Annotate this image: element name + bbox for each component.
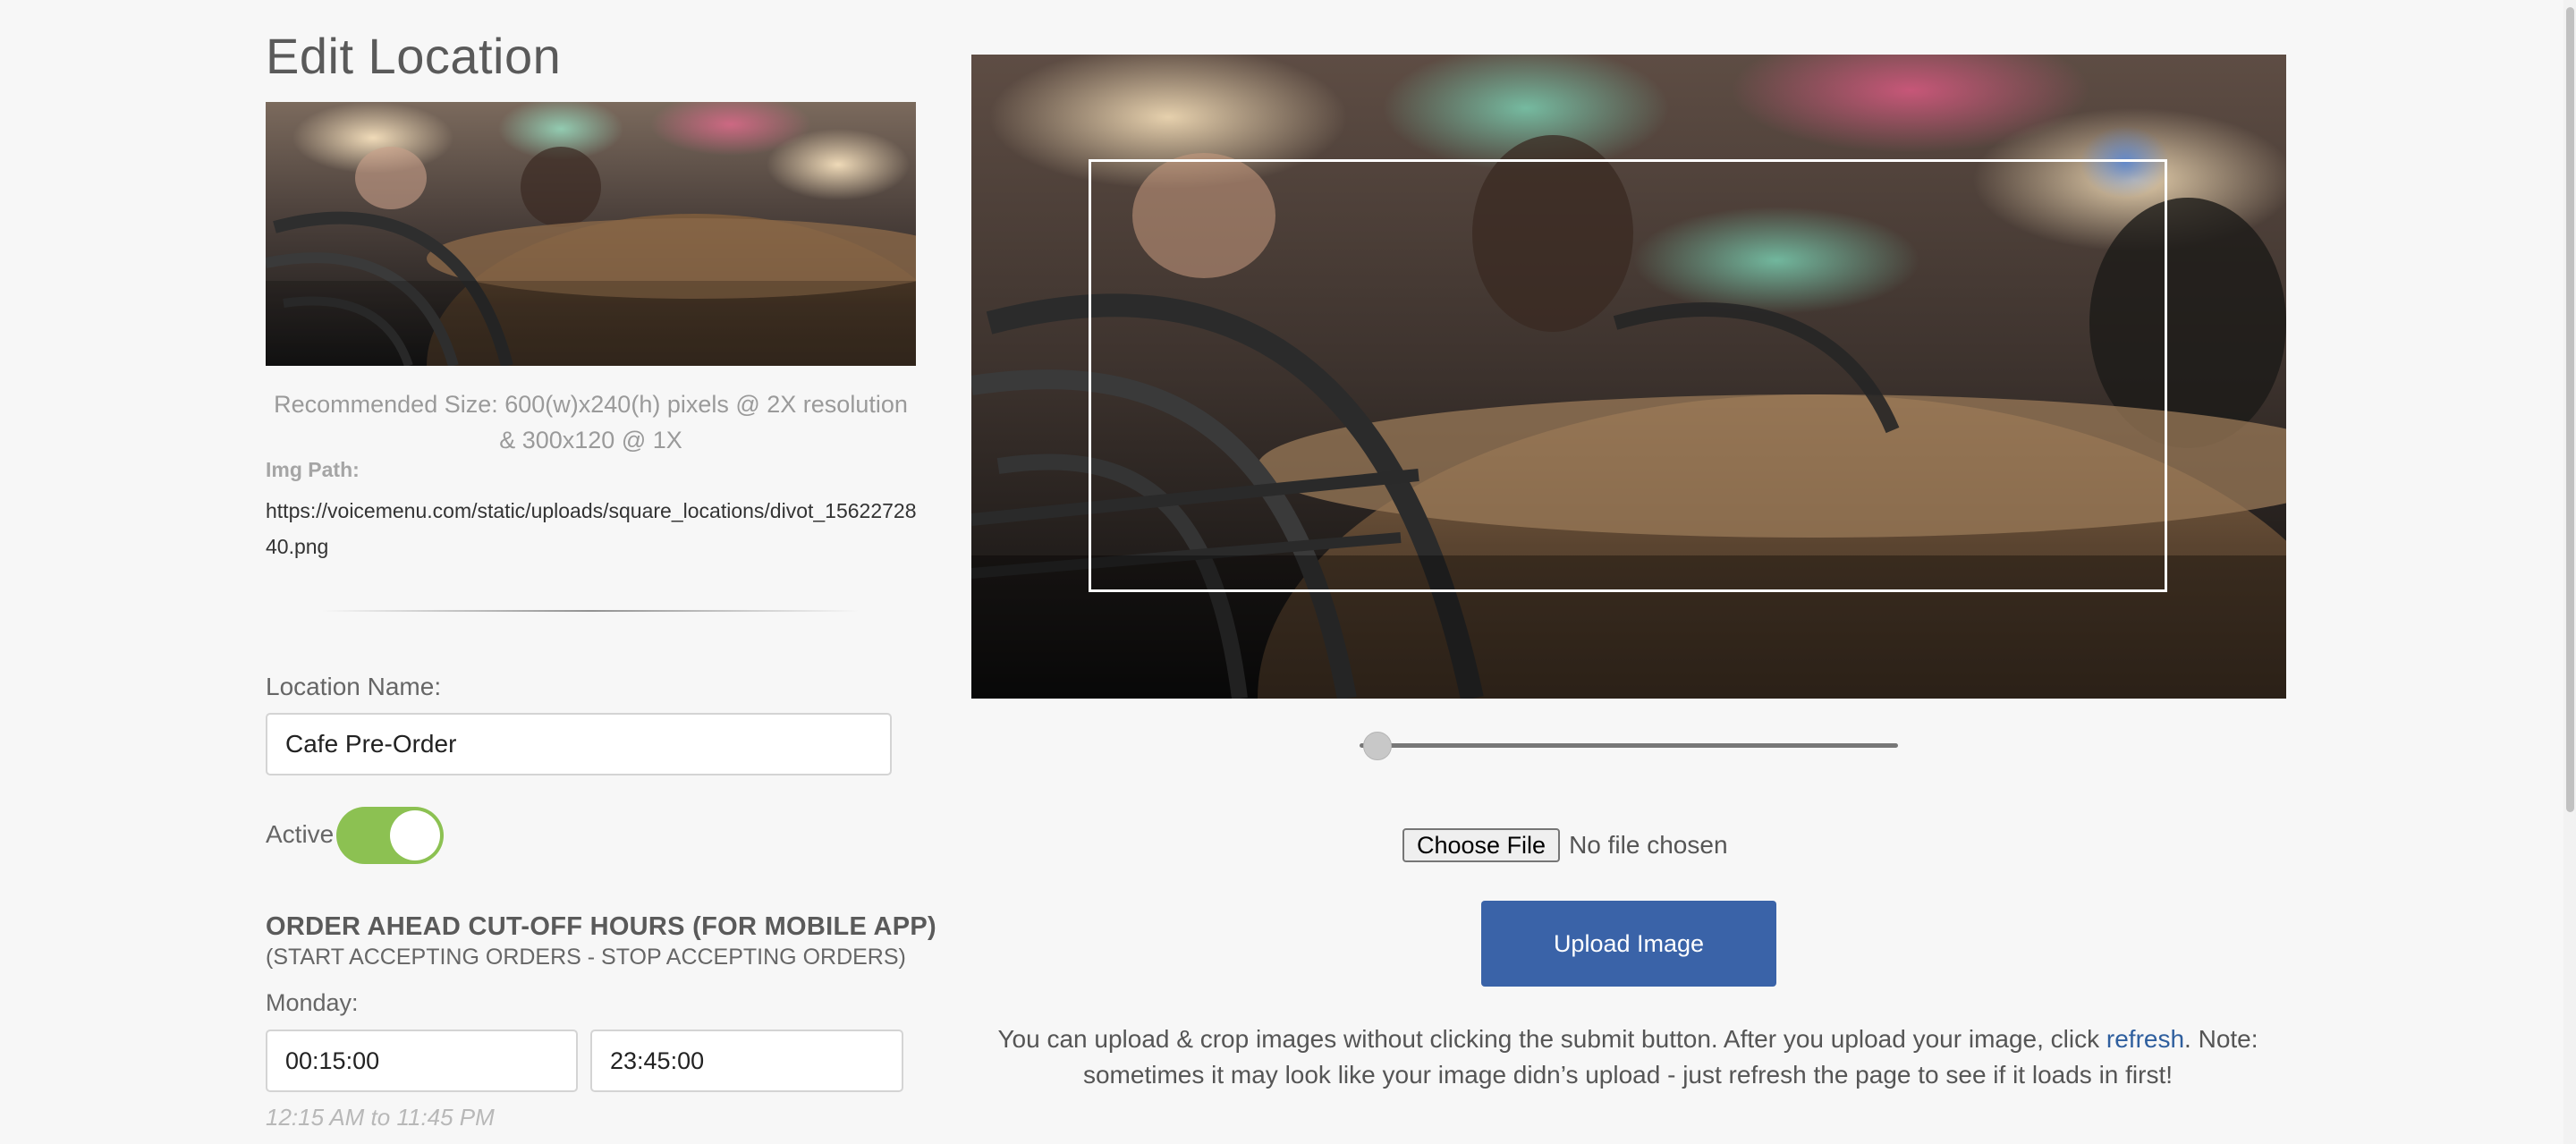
upload-note-text-before: You can upload & crop images without cli… xyxy=(997,1025,2106,1053)
zoom-slider-track[interactable] xyxy=(1360,743,1898,748)
active-label: Active xyxy=(266,820,335,848)
recommended-size-text: Recommended Size: 600(w)x240(h) pixels @… xyxy=(274,391,908,453)
file-picker: Choose File No file chosen xyxy=(1402,828,1728,862)
img-path-value: https://voicemenu.com/static/uploads/squ… xyxy=(266,499,917,558)
page-title: Edit Location xyxy=(266,28,562,84)
monday-close-time-input[interactable] xyxy=(590,1030,903,1092)
edit-location-page: Edit Location Recommended Size: 600(w)x2… xyxy=(0,0,2576,1144)
refresh-link[interactable]: refresh xyxy=(2106,1025,2184,1053)
location-name-input[interactable] xyxy=(266,713,892,775)
file-status-text: No file chosen xyxy=(1569,831,1728,859)
image-crop-canvas[interactable] xyxy=(971,55,2286,699)
monday-hours-hint: 12:15 AM to 11:45 PM xyxy=(266,1104,495,1131)
order-ahead-hours-title: ORDER AHEAD CUT-OFF HOURS (FOR MOBILE AP… xyxy=(266,912,936,941)
page-scrollbar[interactable] xyxy=(2563,0,2576,1144)
zoom-slider-handle[interactable] xyxy=(1363,732,1392,760)
toggle-knob xyxy=(390,810,440,860)
choose-file-button[interactable]: Choose File xyxy=(1402,828,1561,862)
location-name-label: Location Name: xyxy=(266,673,442,700)
section-divider xyxy=(322,610,859,612)
monday-open-time-input[interactable] xyxy=(266,1030,578,1092)
img-path-label: Img Path: xyxy=(266,458,360,481)
location-image-thumbnail xyxy=(266,102,916,366)
page-scrollbar-thumb[interactable] xyxy=(2566,7,2574,812)
upload-image-button[interactable]: Upload Image xyxy=(1481,901,1776,987)
active-toggle[interactable] xyxy=(336,807,444,864)
zoom-slider[interactable] xyxy=(1360,732,1898,760)
order-ahead-hours-subtitle: (START ACCEPTING ORDERS - STOP ACCEPTING… xyxy=(266,945,906,970)
day-label-monday: Monday: xyxy=(266,989,359,1016)
crop-selection-box[interactable] xyxy=(1089,159,2167,592)
upload-help-note: You can upload & crop images without cli… xyxy=(993,1021,2263,1093)
